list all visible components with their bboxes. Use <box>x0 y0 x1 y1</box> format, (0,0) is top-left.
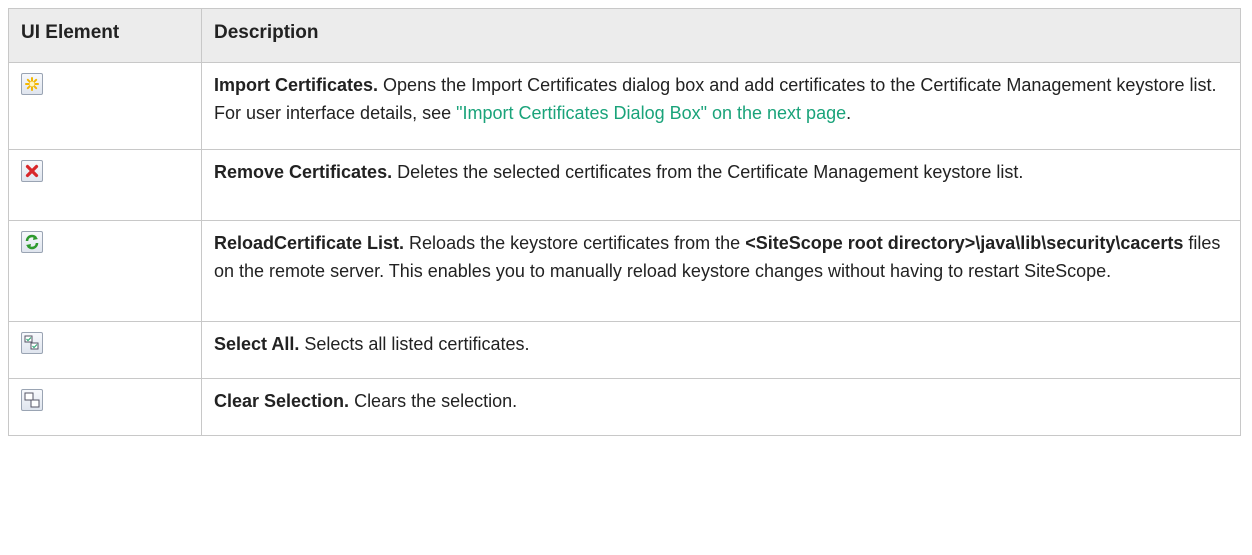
table-header-row: UI Element Description <box>8 8 1241 63</box>
ui-element-cell <box>8 62 202 150</box>
header-description: Description <box>201 8 1241 63</box>
row-text-end: . <box>846 103 852 123</box>
cacerts-path: <SiteScope root directory>\java\lib\secu… <box>745 233 1184 253</box>
table-row: Remove Certificates. Deletes the selecte… <box>8 149 1241 221</box>
table-row: Import Certificates. Opens the Import Ce… <box>8 62 1241 150</box>
ui-element-table: UI Element Description Import Certificat… <box>8 8 1241 436</box>
row-text: Clears the selection. <box>349 391 518 411</box>
remove-certificates-icon <box>21 160 43 182</box>
row-text: Selects all listed certificates. <box>299 334 530 354</box>
description-cell: Import Certificates. Opens the Import Ce… <box>201 62 1241 150</box>
ui-element-cell <box>8 220 202 322</box>
clear-selection-icon <box>21 389 43 411</box>
ui-element-cell <box>8 321 202 379</box>
import-certificates-icon <box>21 73 43 95</box>
description-cell: Remove Certificates. Deletes the selecte… <box>201 149 1241 221</box>
row-title: Clear Selection. <box>214 391 350 411</box>
header-ui-element: UI Element <box>8 8 202 63</box>
description-cell: Clear Selection. Clears the selection. <box>201 378 1241 436</box>
row-title: Remove Certificates. <box>214 162 393 182</box>
row-title: ReloadCertificate List. <box>214 233 405 253</box>
row-title: Import Certificates. <box>214 75 379 95</box>
ui-element-cell <box>8 378 202 436</box>
description-cell: Select All. Selects all listed certifica… <box>201 321 1241 379</box>
row-title: Select All. <box>214 334 300 354</box>
reload-certificate-list-icon <box>21 231 43 253</box>
table-row: Clear Selection. Clears the selection. <box>8 378 1241 436</box>
table-row: ReloadCertificate List. Reloads the keys… <box>8 220 1241 322</box>
table-row: Select All. Selects all listed certifica… <box>8 321 1241 379</box>
import-certificates-dialog-link[interactable]: "Import Certificates Dialog Box" on the … <box>456 103 846 123</box>
description-cell: ReloadCertificate List. Reloads the keys… <box>201 220 1241 322</box>
row-text: Reloads the keystore certificates from t… <box>404 233 746 253</box>
select-all-icon <box>21 332 43 354</box>
ui-element-cell <box>8 149 202 221</box>
row-text: Deletes the selected certificates from t… <box>392 162 1024 182</box>
